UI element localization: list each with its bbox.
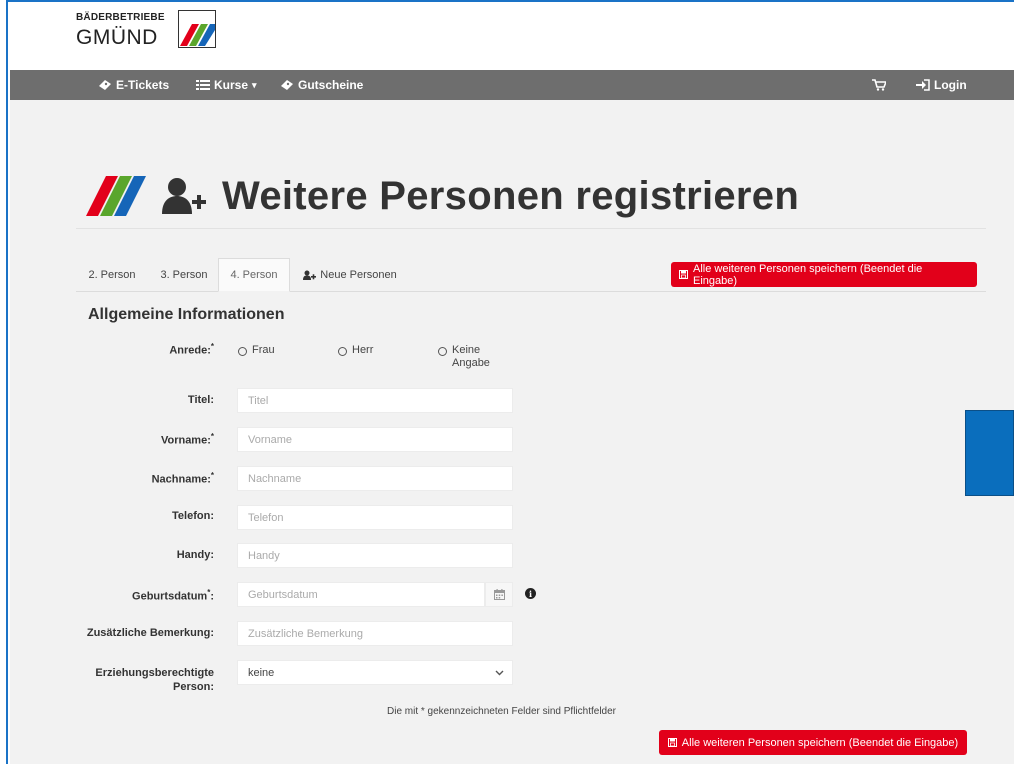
telefon-input[interactable]: Telefon xyxy=(237,505,513,530)
save-all-label: Alle weiteren Personen speichern (Beende… xyxy=(681,736,959,749)
required-marker: * xyxy=(210,471,214,480)
brand-logo[interactable]: BÄDERBETRIEBE GMÜND xyxy=(76,10,226,54)
section-title: Allgemeine Informationen xyxy=(88,306,285,323)
tab-person-4[interactable]: 4. Person xyxy=(218,258,290,292)
nachname-label: Nachname:* xyxy=(151,471,214,486)
list-icon xyxy=(196,80,210,90)
window-frame-left xyxy=(0,0,8,764)
side-feedback-tab[interactable] xyxy=(965,410,1014,496)
required-marker: * xyxy=(210,432,214,441)
save-all-button[interactable]: Alle weiteren Personen speichern (Beende… xyxy=(671,262,977,287)
nachname-input[interactable]: Nachname xyxy=(237,466,513,491)
ticket-icon xyxy=(281,80,293,90)
tab-person-3[interactable]: 3. Person xyxy=(148,258,220,292)
divider xyxy=(76,228,986,229)
radio-label: Keine xyxy=(452,344,481,356)
anrede-label: Anrede:* xyxy=(169,342,214,357)
radio-label: Herr xyxy=(352,344,374,356)
geburtsdatum-input[interactable]: Geburtsdatum xyxy=(237,582,485,607)
brand-name-top: BÄDERBETRIEBE xyxy=(76,12,165,23)
vorname-label: Vorname:* xyxy=(160,432,214,447)
telefon-label: Telefon: xyxy=(172,510,214,522)
titel-input[interactable]: Titel xyxy=(237,388,513,413)
floppy-disk-icon xyxy=(679,270,688,279)
login-label: Login xyxy=(934,78,967,92)
required-fields-note: Die mit * gekennzeichneten Felder sind P… xyxy=(387,706,617,717)
radio-keine-angabe[interactable]: Keine Angabe xyxy=(438,344,490,370)
tab-new-persons[interactable]: Neue Personen xyxy=(294,258,406,292)
cart-icon xyxy=(872,79,886,91)
bemerkung-label: Zusätzliche Bemerkung: xyxy=(86,627,214,639)
nav-label: Gutscheine xyxy=(298,78,364,92)
radio-circle-icon xyxy=(338,347,347,356)
nav-kurse-dropdown[interactable]: Kurse ▾ xyxy=(196,70,257,100)
radio-circle-icon xyxy=(238,347,247,356)
geburtsdatum-label: Geburtsdatum*: xyxy=(132,588,214,603)
save-all-label: Alle weiteren Personen speichern (Beende… xyxy=(692,262,923,287)
chevron-down-icon xyxy=(495,670,504,675)
save-all-button-bottom[interactable]: Alle weiteren Personen speichern (Beende… xyxy=(659,730,967,755)
nav-label: E-Tickets xyxy=(116,78,170,92)
handy-input[interactable]: Handy xyxy=(237,543,513,568)
calendar-button[interactable] xyxy=(485,582,513,607)
calendar-icon xyxy=(493,589,505,600)
nav-e-tickets[interactable]: E-Tickets xyxy=(98,70,169,100)
radio-frau[interactable]: Frau xyxy=(238,344,275,356)
tab-label: 3. Person xyxy=(160,269,208,281)
radio-herr[interactable]: Herr xyxy=(338,344,373,356)
user-plus-icon xyxy=(303,270,317,280)
site-header: BÄDERBETRIEBE GMÜND xyxy=(10,2,1014,70)
radio-label: Angabe xyxy=(452,357,490,369)
brand-stripes-icon xyxy=(86,176,146,216)
user-plus-icon xyxy=(162,178,206,214)
guardian-label: Erziehungsberechtigte Person: xyxy=(95,667,214,693)
required-marker: * xyxy=(210,342,214,351)
tab-label: Neue Personen xyxy=(320,269,397,281)
brand-name-bottom: GMÜND xyxy=(76,26,158,49)
sign-in-icon xyxy=(916,79,930,91)
handy-label: Handy: xyxy=(176,549,214,561)
page-heading: Weitere Personen registrieren xyxy=(222,173,800,218)
tab-person-2[interactable]: 2. Person xyxy=(76,258,148,292)
titel-label: Titel: xyxy=(187,394,214,406)
guardian-selected-value: keine xyxy=(248,666,275,679)
floppy-disk-icon xyxy=(667,738,677,747)
main-navbar: E-Tickets Kurse ▾ Gutscheine Login xyxy=(10,70,1014,100)
ticket-icon xyxy=(99,80,111,90)
info-icon[interactable]: i xyxy=(525,588,536,599)
guardian-select[interactable]: keine xyxy=(237,660,513,685)
bemerkung-input[interactable]: Zusätzliche Bemerkung xyxy=(237,621,513,646)
radio-circle-icon xyxy=(438,347,447,356)
login-button[interactable]: Login xyxy=(916,70,967,100)
chevron-down-icon: ▾ xyxy=(252,79,257,90)
radio-label: Frau xyxy=(252,344,275,356)
brand-stripes-icon xyxy=(178,10,216,48)
nav-gutscheine[interactable]: Gutscheine xyxy=(280,70,363,100)
tab-label: 4. Person xyxy=(230,269,278,281)
page-title: Weitere Personen registrieren xyxy=(86,166,799,226)
tab-label: 2. Person xyxy=(88,269,136,281)
page-content: Weitere Personen registrieren 2. Person … xyxy=(10,100,1014,764)
nav-label: Kurse xyxy=(214,78,249,92)
vorname-input[interactable]: Vorname xyxy=(237,427,513,452)
cart-button[interactable] xyxy=(872,70,886,100)
